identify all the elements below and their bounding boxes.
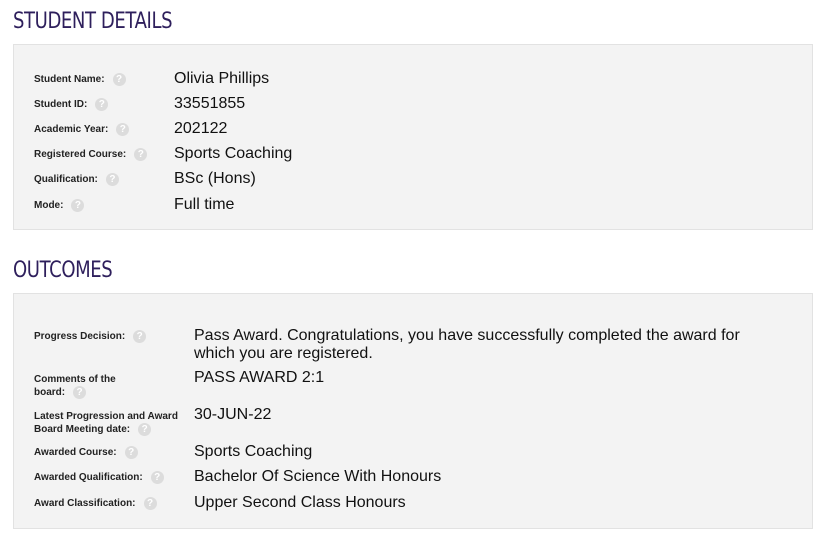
help-icon[interactable]: ? — [124, 446, 138, 459]
student-name-value: Olivia Phillips — [174, 70, 270, 87]
help-icon[interactable]: ? — [105, 173, 119, 186]
student-details-panel: Student Name:? Olivia Phillips Student I… — [13, 44, 813, 230]
award-classification-value: Upper Second Class Honours — [194, 494, 406, 511]
progress-decision-value: Pass Award. Congratulations, you have su… — [194, 327, 740, 362]
field-label: Academic Year: — [34, 124, 109, 136]
field-label: Student ID: — [34, 99, 88, 111]
comments-of-board-value: PASS AWARD 2:1 — [194, 369, 325, 386]
latest-board-date-value: 30-JUN-22 — [194, 406, 272, 423]
mode-value: Full time — [174, 196, 235, 213]
field-label: Student Name: — [34, 74, 105, 86]
help-icon[interactable]: ? — [133, 330, 147, 343]
awarded-course-value: Sports Coaching — [194, 443, 313, 460]
field-label: Awarded Course: — [34, 447, 117, 459]
academic-year-value: 202122 — [174, 120, 228, 137]
help-icon[interactable]: ? — [116, 123, 130, 136]
student-id-value: 33551855 — [174, 95, 246, 112]
student-details-title: STUDENT DETAILS — [13, 9, 173, 34]
field-label: Qualification: — [34, 174, 98, 186]
help-icon[interactable]: ? — [71, 199, 85, 212]
help-icon[interactable]: ? — [73, 386, 87, 399]
field-label: Award Classification: — [34, 498, 136, 510]
help-icon[interactable]: ? — [150, 471, 164, 484]
help-icon[interactable]: ? — [143, 497, 157, 510]
registered-course-value: Sports Coaching — [174, 145, 293, 162]
qualification-value: BSc (Hons) — [174, 170, 256, 187]
outcomes-title: OUTCOMES — [13, 258, 113, 283]
help-icon[interactable]: ? — [112, 73, 126, 86]
field-label: Mode: — [34, 200, 64, 212]
field-label: Comments of the — [34, 374, 116, 385]
help-icon[interactable]: ? — [95, 98, 109, 111]
help-icon[interactable]: ? — [134, 148, 148, 161]
outcomes-panel: Progress Decision:? Pass Award. Congratu… — [13, 293, 813, 529]
awarded-qualification-value: Bachelor Of Science With Honours — [194, 468, 442, 485]
help-icon[interactable]: ? — [138, 423, 152, 436]
field-label: Progress Decision: — [34, 331, 126, 343]
field-label: Registered Course: — [34, 149, 127, 161]
field-label: Awarded Qualification: — [34, 472, 143, 484]
field-label: Latest Progression and Award — [34, 411, 178, 422]
